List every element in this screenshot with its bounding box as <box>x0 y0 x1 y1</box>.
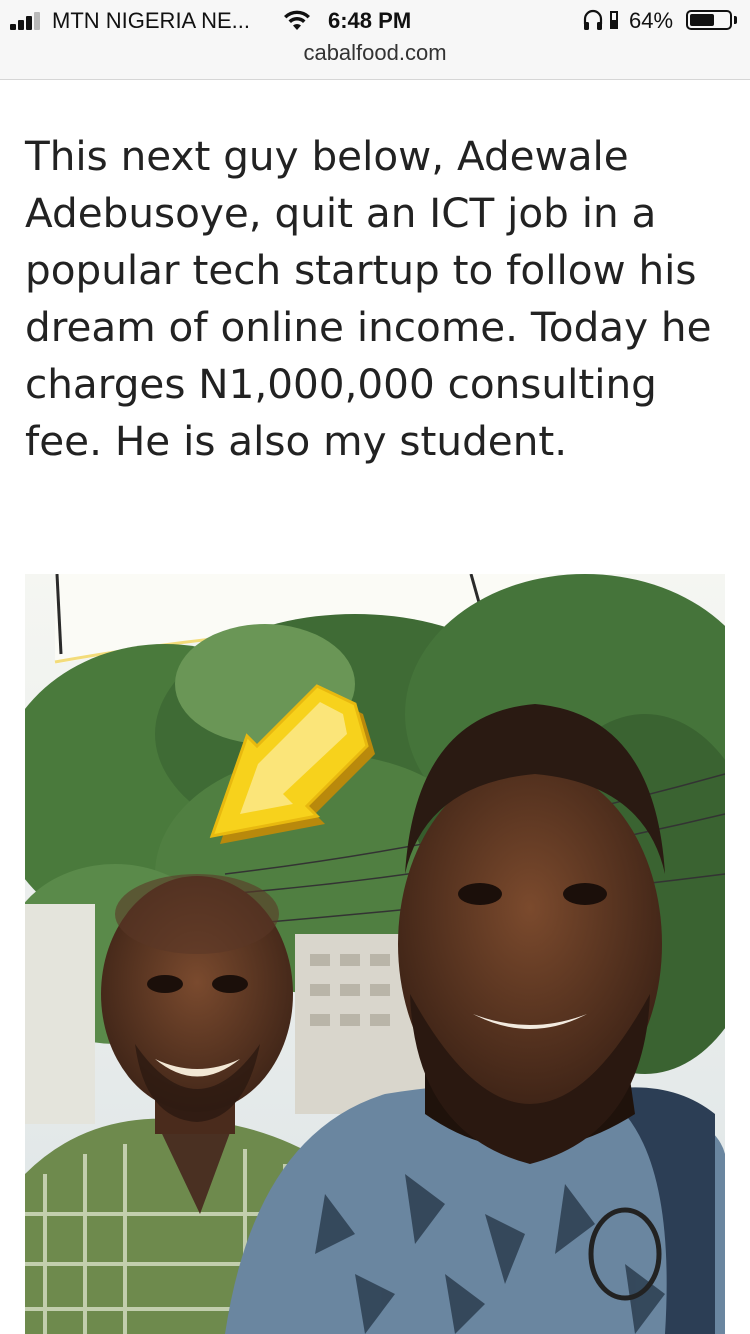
status-bar: MTN NIGERIA NE... 6:48 PM 64% <box>0 0 750 40</box>
signal-bars-icon <box>10 12 50 30</box>
address-bar-url[interactable]: cabalfood.com <box>0 40 750 66</box>
battery-percent: 64% <box>629 8 674 33</box>
battery-icon <box>686 10 732 30</box>
article-photo <box>25 574 725 1334</box>
phone-screen: MTN NIGERIA NE... 6:48 PM 64% cabalfood.… <box>0 0 750 1334</box>
left-building <box>25 904 95 1124</box>
building-windows <box>310 954 390 1026</box>
wifi-icon <box>284 10 310 30</box>
carrier-name: MTN NIGERIA NE... <box>52 8 251 33</box>
battery-nub <box>734 16 737 24</box>
status-time: 6:48 PM <box>328 8 412 33</box>
headphones-icon <box>583 9 603 30</box>
rotation-lock-icon <box>610 11 618 29</box>
browser-top-bar: MTN NIGERIA NE... 6:48 PM 64% cabalfood.… <box>0 0 750 80</box>
article-paragraph: This next guy below, Adewale Adebusoye, … <box>25 132 712 465</box>
battery-level-fill <box>690 14 715 26</box>
selfie-photo-illustration <box>25 574 725 1334</box>
